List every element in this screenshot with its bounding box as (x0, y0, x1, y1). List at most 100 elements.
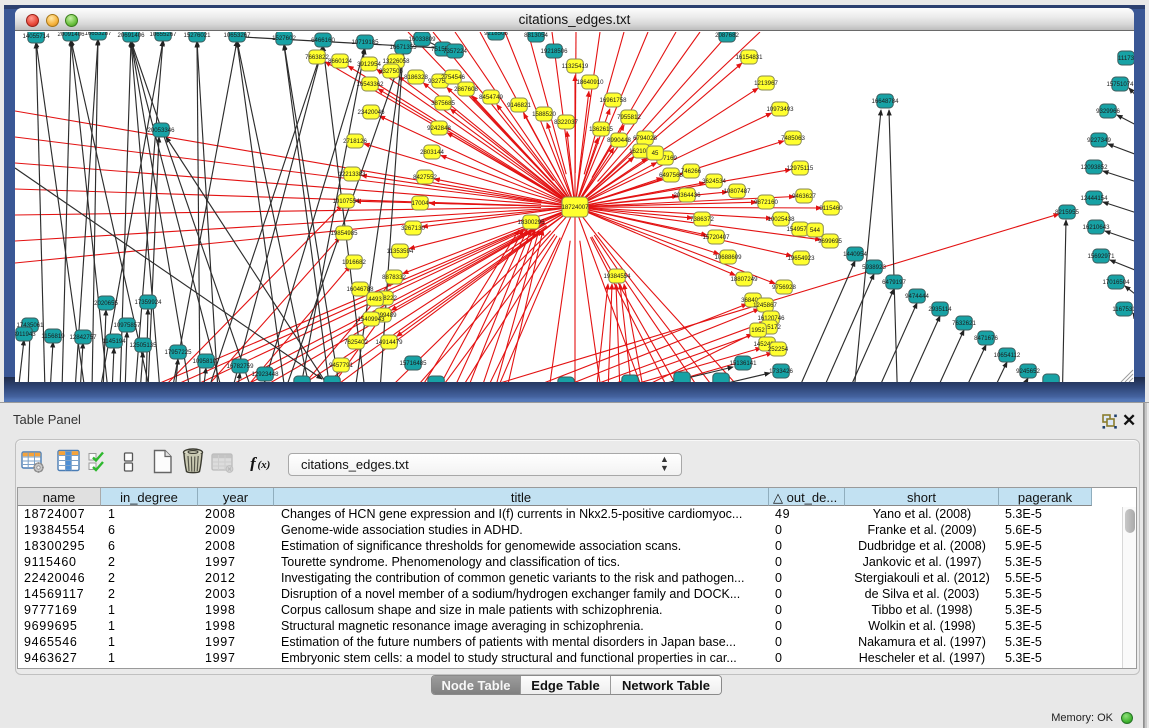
svg-text:18807249: 18807249 (730, 276, 758, 283)
svg-text:746266: 746266 (681, 168, 702, 175)
svg-text:1916682: 1916682 (342, 259, 366, 266)
svg-text:10688609: 10688609 (714, 254, 742, 261)
svg-text:1952: 1952 (751, 327, 765, 334)
svg-text:1440954: 1440954 (843, 251, 867, 258)
svg-text:10807487: 10807487 (723, 188, 751, 195)
svg-text:45: 45 (652, 150, 659, 157)
svg-text:16671355: 16671355 (389, 44, 417, 51)
svg-text:10107554: 10107554 (332, 198, 360, 205)
svg-text:8990448: 8990448 (607, 137, 631, 144)
svg-text:17957225: 17957225 (164, 349, 192, 356)
svg-text:7625402: 7625402 (344, 339, 368, 346)
svg-text:1588520: 1588520 (532, 111, 556, 118)
svg-text:10719185: 10719185 (351, 39, 379, 46)
svg-text:16154831: 16154831 (735, 54, 763, 61)
svg-text:9245652: 9245652 (1016, 368, 1040, 375)
svg-text:15751074: 15751074 (1106, 81, 1134, 88)
svg-text:10655267: 10655267 (149, 32, 177, 38)
svg-text:23420046: 23420046 (357, 109, 385, 116)
svg-text:20091406: 20091406 (57, 32, 85, 38)
svg-text:3624534: 3624534 (702, 178, 726, 185)
svg-text:10973493: 10973493 (766, 106, 794, 113)
svg-text:9474444: 9474444 (905, 293, 929, 300)
svg-text:8186328: 8186328 (404, 74, 428, 81)
svg-text:17016504: 17016504 (1102, 279, 1130, 286)
svg-text:1362615: 1362615 (589, 126, 613, 133)
svg-text:6466160: 6466160 (311, 37, 335, 44)
svg-text:2718126: 2718126 (343, 138, 367, 145)
svg-text:19218506: 19218506 (540, 48, 568, 55)
svg-text:19654923: 19654923 (787, 255, 815, 262)
svg-text:8322037: 8322037 (554, 119, 578, 126)
svg-text:16961758: 16961758 (599, 97, 627, 104)
svg-text:15136141: 15136141 (729, 360, 757, 367)
svg-text:9218508: 9218508 (484, 32, 508, 37)
svg-text:11325419: 11325419 (562, 63, 589, 70)
svg-text:3875685: 3875685 (431, 100, 455, 107)
svg-text:1145194: 1145194 (102, 338, 126, 345)
svg-text:8454749: 8454749 (479, 94, 503, 101)
svg-text:7485063: 7485063 (781, 135, 805, 142)
svg-text:17359924: 17359924 (134, 299, 162, 306)
svg-text:16648784: 16648784 (871, 98, 899, 105)
svg-text:16782759: 16782759 (226, 363, 254, 370)
svg-text:15720407: 15720407 (702, 234, 730, 241)
svg-text:1245867: 1245867 (753, 302, 777, 309)
svg-text:9146821: 9146821 (507, 102, 531, 109)
svg-text:3911943: 3911943 (15, 331, 36, 338)
svg-text:16543362: 16543362 (356, 81, 384, 88)
svg-text:9699695: 9699695 (818, 238, 842, 245)
svg-text:2867608: 2867608 (454, 86, 478, 93)
svg-text:9242848: 9242848 (427, 125, 451, 132)
svg-text:9872160: 9872160 (754, 199, 778, 206)
svg-text:10958107: 10958107 (192, 358, 220, 365)
svg-text:(x): (x) (258, 459, 271, 471)
svg-text:4493: 4493 (368, 296, 382, 303)
svg-text:12923448: 12923448 (251, 371, 279, 378)
svg-text:7357224: 7357224 (443, 48, 467, 55)
svg-text:1733426: 1733426 (769, 368, 793, 375)
svg-text:11353594: 11353594 (387, 248, 414, 255)
svg-text:9756928: 9756928 (772, 284, 796, 291)
svg-text:8215955: 8215955 (1055, 209, 1079, 216)
svg-text:14914479: 14914479 (375, 339, 403, 346)
svg-text:8813054: 8813054 (524, 32, 548, 39)
svg-text:1527602: 1527602 (272, 35, 296, 42)
svg-text:2754546: 2754546 (441, 74, 465, 81)
svg-text:7663822: 7663822 (305, 54, 329, 61)
svg-text:16653287: 16653287 (84, 32, 112, 37)
svg-text:12213383: 12213383 (338, 171, 366, 178)
svg-text:2803144: 2803144 (420, 149, 444, 156)
svg-text:11173: 11173 (1118, 55, 1134, 62)
svg-text:9327505: 9327505 (379, 68, 403, 75)
svg-text:5938923: 5938923 (862, 264, 886, 271)
svg-text:15409943: 15409943 (357, 316, 385, 323)
svg-text:9115460: 9115460 (819, 205, 843, 212)
svg-text:10975857: 10975857 (113, 322, 141, 329)
svg-text:18300295: 18300295 (517, 219, 545, 226)
svg-text:10025438: 10025438 (767, 216, 795, 223)
svg-text:9329966: 9329966 (1096, 108, 1120, 115)
svg-text:6497568: 6497568 (659, 172, 683, 179)
svg-text:252254: 252254 (768, 346, 789, 353)
svg-text:3912954: 3912954 (357, 61, 381, 68)
svg-text:16033809: 16033809 (408, 36, 436, 43)
svg-text:8660124: 8660124 (328, 58, 352, 65)
svg-text:10654112: 10654112 (994, 352, 1021, 359)
svg-text:15276021: 15276021 (183, 32, 211, 39)
svg-text:20053346: 20053346 (147, 127, 175, 134)
svg-text:12093852: 12093852 (1080, 164, 1108, 171)
svg-text:2087682: 2087682 (715, 32, 739, 39)
svg-text:12505135: 12505135 (129, 342, 157, 349)
svg-text:20364436: 20364436 (673, 192, 701, 199)
svg-text:2935114: 2935114 (928, 306, 952, 313)
svg-text:1213967: 1213967 (754, 80, 778, 87)
svg-text:18640910: 18640910 (576, 79, 604, 86)
svg-text:2020655: 2020655 (94, 300, 118, 307)
svg-text:3267130: 3267130 (401, 225, 425, 232)
svg-text:12842757: 12842757 (69, 334, 97, 341)
svg-text:10653267: 10653267 (223, 32, 251, 39)
svg-text:7386372: 7386372 (690, 216, 714, 223)
svg-text:1156819: 1156819 (41, 333, 65, 340)
svg-text:18724007: 18724007 (561, 204, 589, 211)
